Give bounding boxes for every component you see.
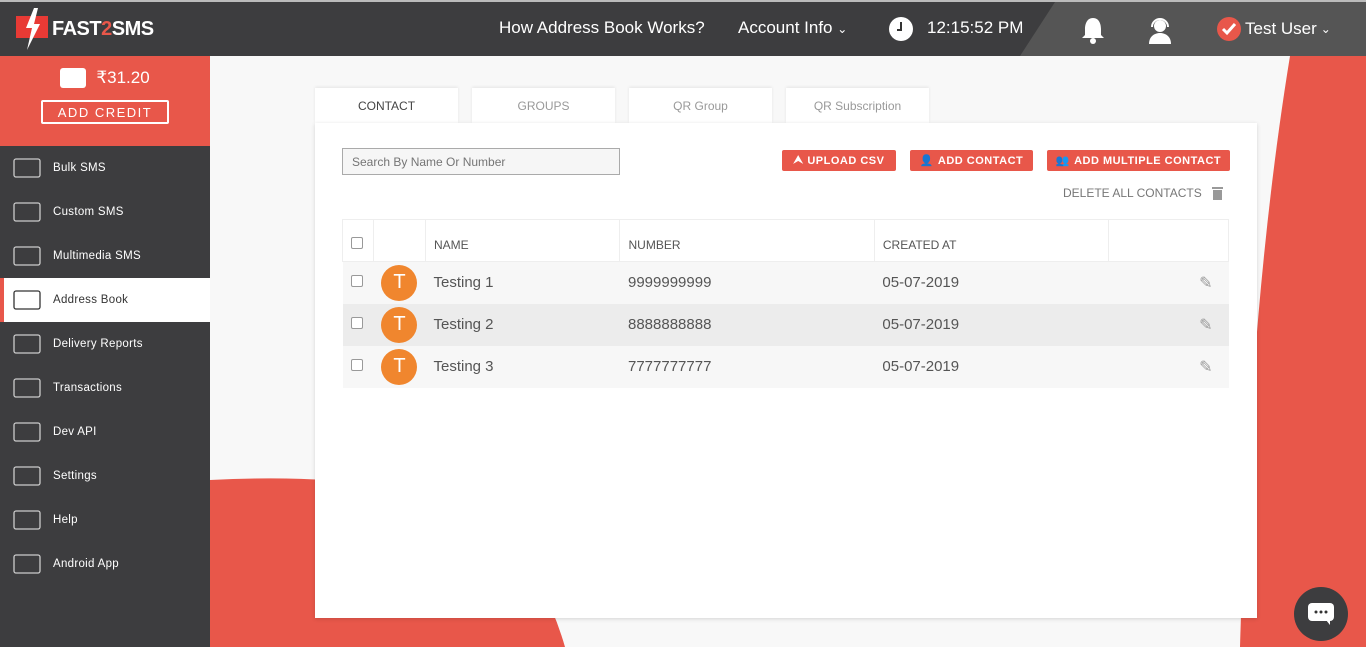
tab-qr-group[interactable]: QR Group [629,88,772,123]
account-info-menu[interactable]: Account Info ⌄ [738,18,847,38]
sidebar-item-transactions[interactable]: Transactions [0,366,210,410]
column-name[interactable]: NAME [424,219,621,262]
add-multiple-contact-button[interactable]: 👥 ADD MULTIPLE CONTACT [1047,150,1230,171]
chevron-down-icon: ⌄ [1320,22,1331,36]
avatar: T [381,306,418,343]
add-multiple-label: ADD MULTIPLE CONTACT [1074,154,1222,167]
upload-csv-label: UPLOAD CSV [807,154,885,167]
sidebar-item-label: Delivery Reports [53,338,143,350]
contact-created-at: 05-07-2019 [882,316,960,333]
search-input[interactable] [342,148,620,175]
row-checkbox[interactable] [350,317,363,329]
current-time: 12:15:52 PM [927,18,1024,37]
bell-icon[interactable] [1080,16,1106,44]
address-book-icon [10,285,44,315]
sidebar: ₹31.20 ADD CREDIT Bulk SMS Custom SMS Mult… [0,56,210,647]
sidebar-item-label: Transactions [53,382,123,394]
contact-number: 9999999999 [627,274,712,292]
android-icon [10,549,44,579]
contact-name: Testing 2 [433,316,494,333]
user-icon: 👤 [919,155,934,167]
sidebar-nav: Bulk SMS Custom SMS Multimedia SMS Address … [0,146,210,586]
table-row[interactable]: T Testing 1 9999999999 05-07-2019 ✎ [342,261,1229,304]
sidebar-item-custom-sms[interactable]: Custom SMS [0,190,210,234]
add-contact-button[interactable]: 👤 ADD CONTACT [910,150,1033,171]
user-name: Test User [1245,19,1317,38]
logo-bolt-icon [16,8,48,50]
sidebar-item-label: Multimedia SMS [53,250,141,262]
monitor-money-icon [10,373,44,403]
tab-qr-subscription[interactable]: QR Subscription [786,88,929,123]
contacts-table: NAME NUMBER CREATED AT T Testing 1 99999… [342,219,1229,388]
contact-created-at: 05-07-2019 [882,274,960,292]
contact-number: 7777777777 [627,358,712,375]
envelope-plus-icon [10,241,44,271]
code-icon [10,417,44,447]
sidebar-item-delivery-reports[interactable]: Delivery Reports [0,322,210,366]
column-created-at[interactable]: CREATED AT [873,219,1110,262]
users-icon: 👥 [1055,155,1071,167]
contact-number: 8888888888 [627,316,712,333]
chevron-down-icon: ⌄ [837,22,848,36]
sidebar-item-dev-api[interactable]: Dev API [0,410,210,454]
contact-name: Testing 3 [433,358,494,375]
table-row[interactable]: T Testing 2 8888888888 05-07-2019 ✎ [342,303,1229,346]
sidebar-item-label: Custom SMS [53,206,124,218]
edit-pencil-icon[interactable]: ✎ [1199,317,1212,334]
sidebar-item-label: Bulk SMS [53,162,106,174]
chart-icon [10,329,44,359]
sidebar-item-settings[interactable]: Settings [0,454,210,498]
sidebar-item-android-app[interactable]: Android App [0,542,210,586]
delete-all-contacts-button[interactable]: DELETE ALL CONTACTS [1063,186,1223,200]
sidebar-item-label: Address Book [53,294,129,306]
contact-created-at: 05-07-2019 [882,358,960,375]
chat-button[interactable] [1294,587,1348,641]
top-header: FAST2SMS How Address Book Works? Account… [0,2,1366,56]
sidebar-item-bulk-sms[interactable]: Bulk SMS [0,146,210,190]
user-menu[interactable]: Test User ⌄ [1217,17,1331,41]
upload-icon: ⮝ [793,154,804,166]
select-all-checkbox[interactable] [351,237,363,249]
table-row[interactable]: T Testing 3 7777777777 05-07-2019 ✎ [342,345,1229,388]
logo[interactable]: FAST2SMS [16,8,154,50]
edit-pencil-icon[interactable]: ✎ [1199,275,1212,292]
upload-csv-button[interactable]: ⮝ UPLOAD CSV [782,150,896,171]
chat-icon [1308,603,1334,625]
avatar: T [381,264,418,301]
sidebar-item-label: Help [53,514,78,526]
avatar: T [381,348,418,385]
sliders-icon [10,461,44,491]
how-it-works-link[interactable]: How Address Book Works? [499,18,705,38]
contact-name: Testing 1 [433,274,494,292]
support-agent-icon[interactable] [1147,16,1173,44]
sidebar-item-multimedia-sms[interactable]: Multimedia SMS [0,234,210,278]
account-info-label: Account Info [738,18,833,37]
trash-icon [1211,187,1223,200]
envelope-gear-icon [10,197,44,227]
column-number[interactable]: NUMBER [619,219,875,262]
clock-icon [889,17,913,41]
add-credit-button[interactable]: ADD CREDIT [41,100,169,124]
balance: ₹31.20 [96,68,150,87]
sidebar-item-label: Android App [53,558,119,570]
tab-groups[interactable]: GROUPS [472,88,615,123]
sidebar-item-label: Settings [53,470,97,482]
row-checkbox[interactable] [350,275,363,288]
credit-panel: ₹31.20 ADD CREDIT [0,56,210,146]
tab-contact[interactable]: CONTACT [315,88,458,123]
sidebar-item-help[interactable]: Help [0,498,210,542]
brand-name: FAST2SMS [52,17,154,40]
question-icon [10,505,44,535]
sidebar-item-label: Dev API [53,426,97,438]
table-header-row: NAME NUMBER CREATED AT [342,219,1229,262]
row-checkbox[interactable] [350,359,363,371]
envelope-icon [10,153,44,183]
wallet-icon [60,68,87,88]
verified-check-icon [1217,17,1241,41]
edit-pencil-icon[interactable]: ✎ [1199,359,1212,376]
sidebar-item-address-book[interactable]: Address Book [0,278,210,322]
add-contact-label: ADD CONTACT [937,154,1024,167]
delete-all-label: DELETE ALL CONTACTS [1063,186,1202,200]
